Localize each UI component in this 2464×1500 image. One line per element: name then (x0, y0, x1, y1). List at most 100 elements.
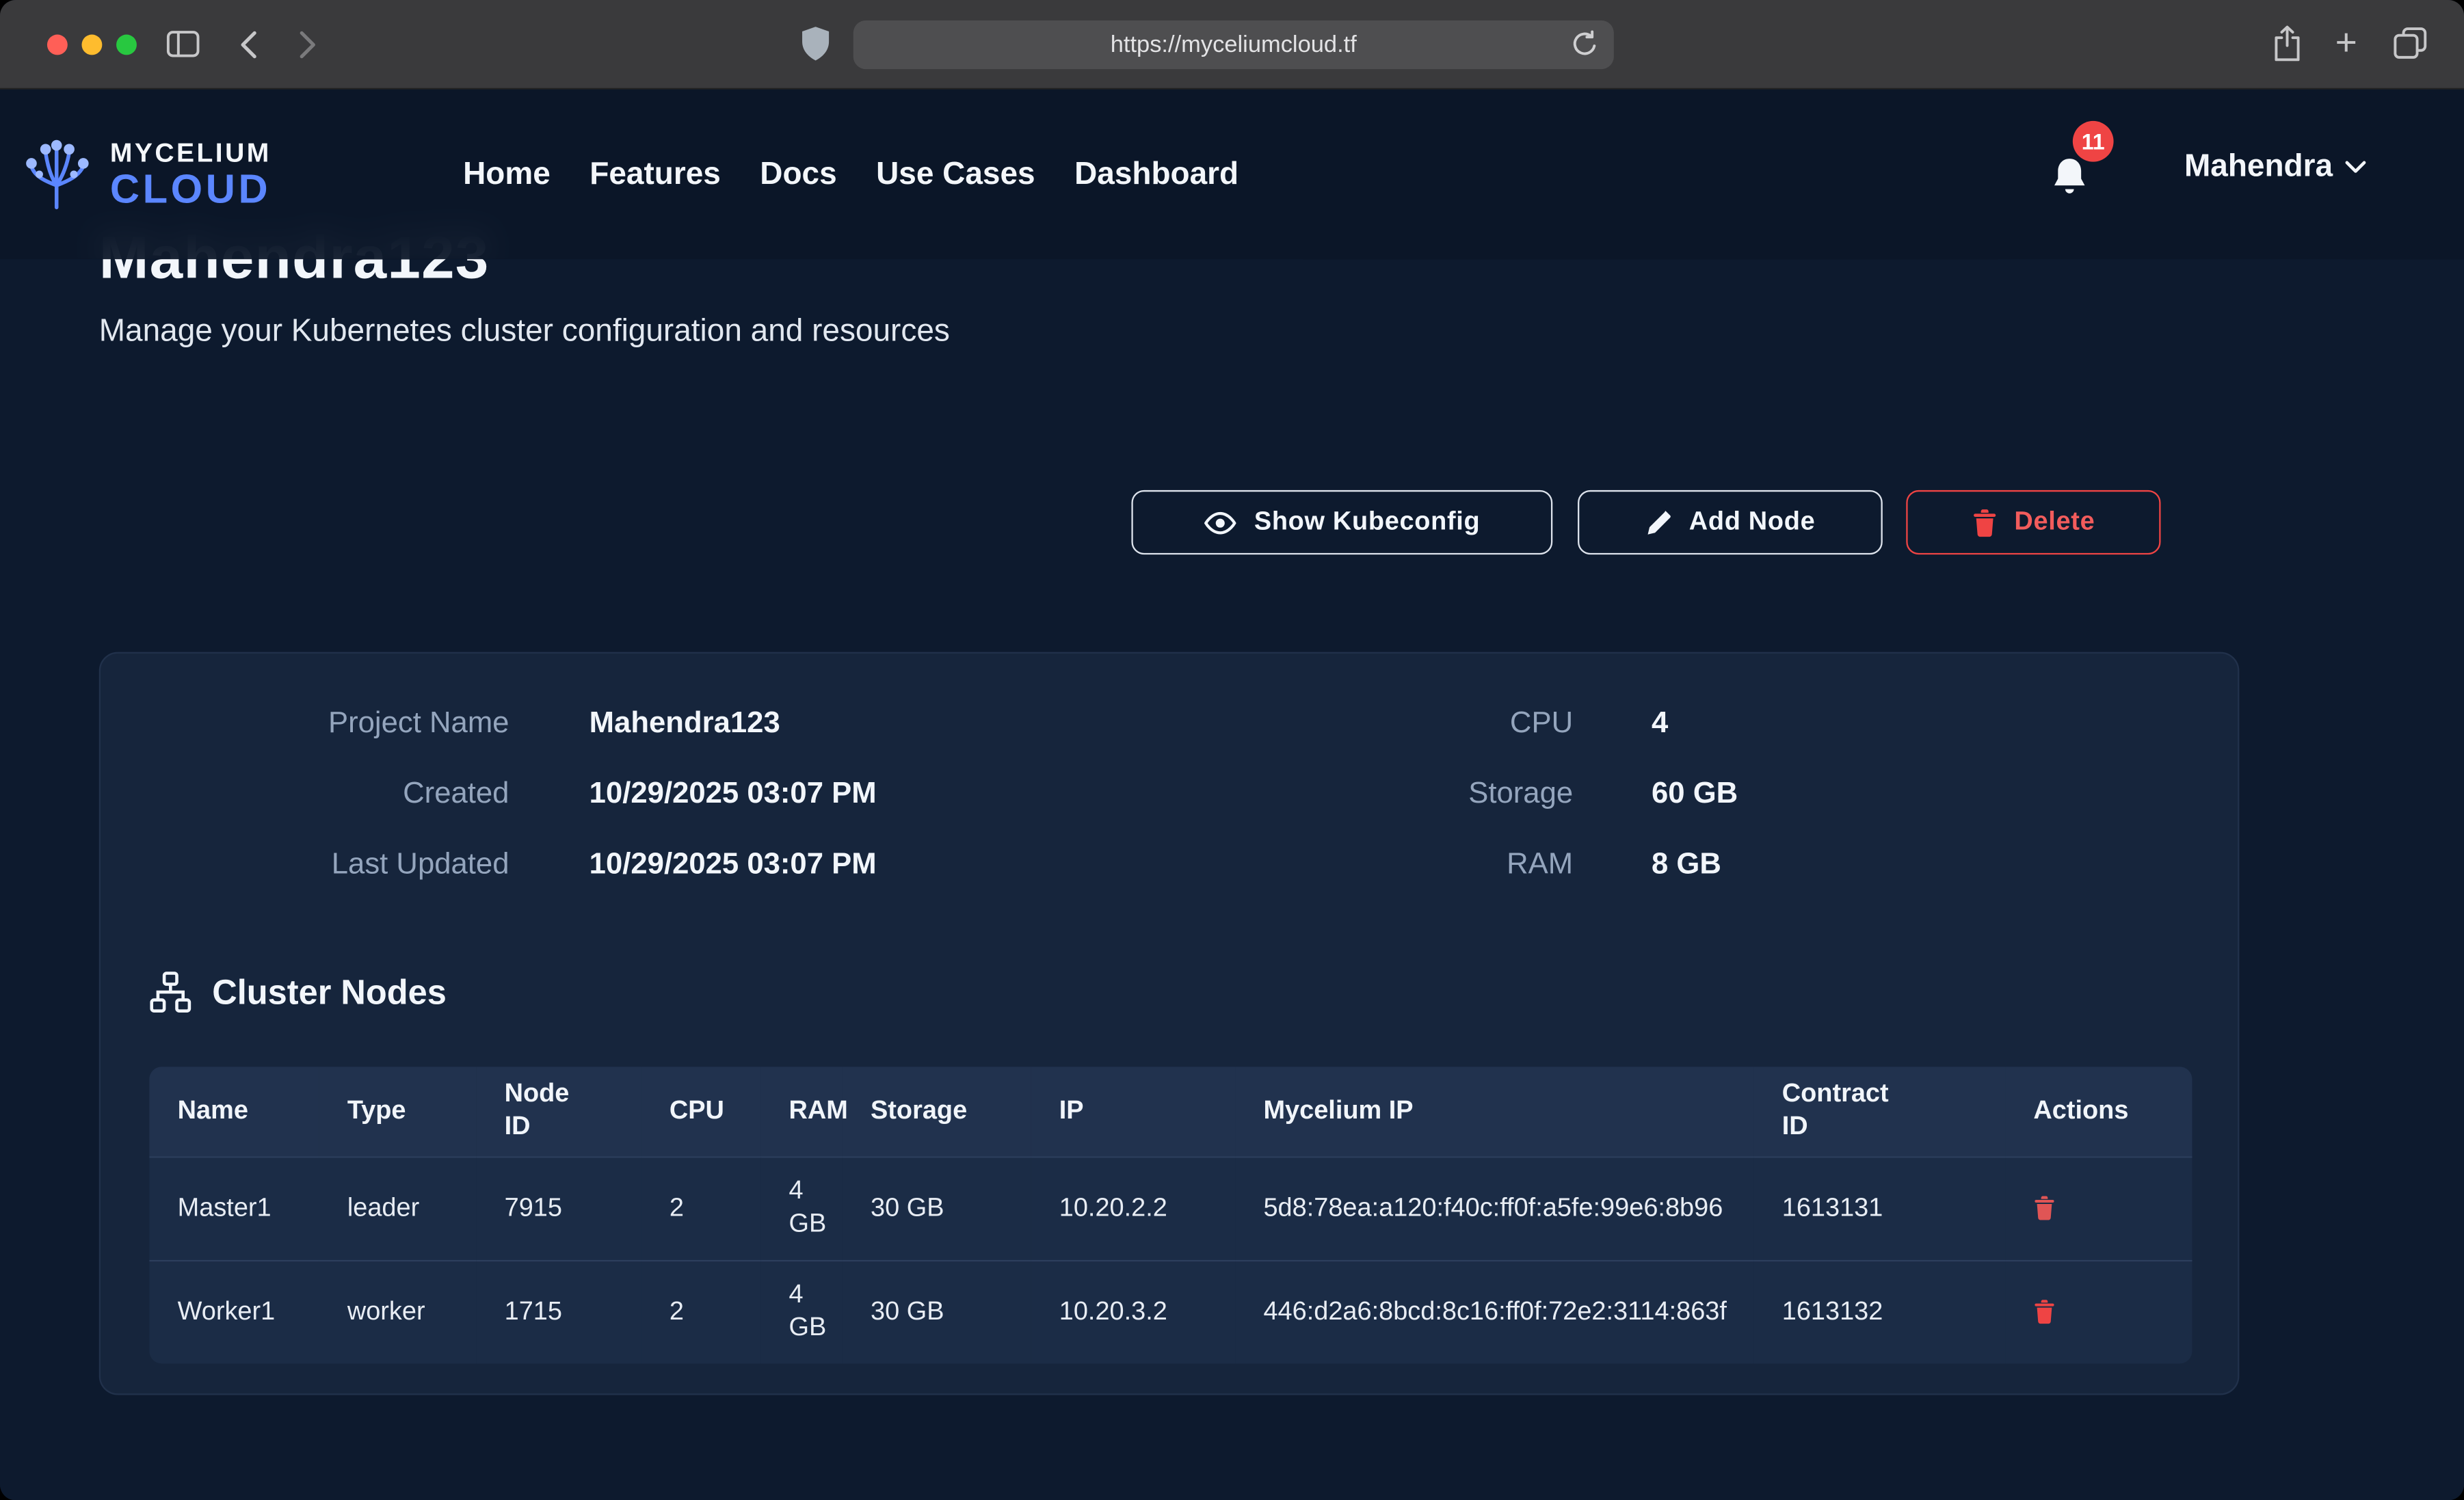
pencil-icon (1645, 509, 1671, 535)
cell-node-id: 1715 (476, 1260, 641, 1364)
trash-icon (1972, 508, 1997, 536)
mycelium-logo-icon (16, 138, 97, 211)
table-header-row: Name Type Node ID CPU RAM Storage IP Myc… (149, 1067, 2192, 1156)
nav-item-use-cases[interactable]: Use Cases (876, 157, 1035, 193)
cell-type: worker (319, 1260, 476, 1364)
user-menu[interactable]: Mahendra (2184, 149, 2368, 185)
page-content: Mahendra123 Manage your Kubernetes clust… (0, 90, 2464, 1500)
nav-links: Home Features Docs Use Cases Dashboard (463, 157, 1238, 193)
col-cpu: CPU (641, 1067, 761, 1156)
col-name: Name (149, 1067, 319, 1156)
eye-icon (1204, 510, 1236, 535)
new-tab-icon[interactable]: + (2335, 25, 2357, 63)
tab-overview-icon[interactable] (2394, 27, 2428, 59)
nav-item-home[interactable]: Home (463, 157, 551, 193)
project-name-value: Mahendra123 (589, 706, 780, 741)
storage-value: 60 GB (1652, 777, 1738, 812)
col-mycelium-ip: Mycelium IP (1235, 1067, 1753, 1156)
cell-mycelium-ip: 446:d2a6:8bcd:8c16:ff0f:72e2:3114:863f (1235, 1260, 1753, 1364)
brand-text: MYCELIUM CLOUD (110, 140, 271, 209)
cluster-card: Project Name Mahendra123 Created 10/29/2… (99, 652, 2240, 1395)
browser-toolbar: https://myceliumcloud.tf + (0, 0, 2464, 90)
cluster-info-right: CPU 4 Storage 60 GB RAM 8 GB (1249, 688, 1738, 900)
last-updated-label: Last Updated (149, 848, 509, 883)
cell-name: Worker1 (149, 1260, 319, 1364)
chevron-down-icon (2345, 160, 2367, 174)
network-nodes-icon (149, 971, 191, 1013)
last-updated-value: 10/29/2025 03:07 PM (589, 848, 877, 883)
bell-icon[interactable] (2049, 155, 2090, 196)
cell-ip: 10.20.2.2 (1031, 1156, 1235, 1260)
show-kubeconfig-button[interactable]: Show Kubeconfig (1131, 490, 1552, 554)
created-label: Created (149, 777, 509, 812)
info-row-last-updated: Last Updated 10/29/2025 03:07 PM (149, 829, 876, 900)
info-row-ram: RAM 8 GB (1249, 829, 1738, 900)
cell-ram: 4 GB (760, 1260, 842, 1364)
col-contract-id: Contract ID (1753, 1067, 2005, 1156)
brand-line2: CLOUD (110, 168, 271, 209)
nav-right: 11 Mahendra (1946, 90, 2464, 259)
storage-label: Storage (1249, 777, 1573, 812)
zoom-window-button[interactable] (116, 35, 137, 55)
ram-label: RAM (1249, 848, 1573, 883)
delete-cluster-button[interactable]: Delete (1906, 490, 2160, 554)
sidebar-toggle-icon[interactable] (167, 30, 200, 58)
col-node-id: Node ID (476, 1067, 641, 1156)
col-ip: IP (1031, 1067, 1235, 1156)
cell-ram: 4 GB (760, 1156, 842, 1260)
cell-actions (2005, 1156, 2192, 1260)
info-row-storage: Storage 60 GB (1249, 759, 1738, 829)
info-row-created: Created 10/29/2025 03:07 PM (149, 759, 876, 829)
delete-label: Delete (2014, 507, 2095, 537)
nav-item-dashboard[interactable]: Dashboard (1074, 157, 1238, 193)
brand-logo[interactable]: MYCELIUM CLOUD (16, 138, 271, 211)
user-name: Mahendra (2184, 149, 2333, 185)
notification-badge: 11 (2073, 121, 2114, 162)
cell-contract-id: 1613132 (1753, 1260, 2005, 1364)
delete-node-button[interactable] (2033, 1300, 2055, 1325)
page-subtitle: Manage your Kubernetes cluster configura… (99, 314, 950, 351)
col-storage: Storage (843, 1067, 1031, 1156)
add-node-label: Add Node (1689, 507, 1816, 537)
cluster-nodes-heading: Cluster Nodes (149, 971, 447, 1013)
info-row-project-name: Project Name Mahendra123 (149, 688, 876, 758)
close-window-button[interactable] (47, 35, 68, 55)
forward-icon[interactable] (299, 30, 318, 60)
delete-node-button[interactable] (2033, 1196, 2055, 1221)
cell-contract-id: 1613131 (1753, 1156, 2005, 1260)
cell-storage: 30 GB (843, 1260, 1031, 1364)
cell-type: leader (319, 1156, 476, 1260)
table-row: Master1 leader 7915 2 4 GB 30 GB 10.20.2… (149, 1156, 2192, 1260)
cell-node-id: 7915 (476, 1156, 641, 1260)
cell-ip: 10.20.3.2 (1031, 1260, 1235, 1364)
add-node-button[interactable]: Add Node (1578, 490, 1883, 554)
ram-value: 8 GB (1652, 848, 1721, 883)
cell-mycelium-ip: 5d8:78ea:a120:f40c:ff0f:a5fe:99e6:8b96 (1235, 1156, 1753, 1260)
browser-window: https://myceliumcloud.tf + (0, 0, 2464, 1500)
back-icon[interactable] (239, 30, 258, 60)
created-value: 10/29/2025 03:07 PM (589, 777, 877, 812)
table-row: Worker1 worker 1715 2 4 GB 30 GB 10.20.3… (149, 1260, 2192, 1364)
cluster-nodes-table: Name Type Node ID CPU RAM Storage IP Myc… (149, 1067, 2192, 1363)
brand-line1: MYCELIUM (110, 140, 271, 167)
reload-icon[interactable] (1572, 30, 1598, 60)
cell-actions (2005, 1260, 2192, 1364)
top-navbar: MYCELIUM CLOUD Home Features Docs Use Ca… (0, 90, 2464, 259)
cell-storage: 30 GB (843, 1156, 1031, 1260)
nav-item-features[interactable]: Features (589, 157, 721, 193)
url-text: https://myceliumcloud.tf (1111, 31, 1357, 58)
privacy-shield-icon[interactable] (802, 27, 830, 62)
nav-item-docs[interactable]: Docs (760, 157, 836, 193)
project-name-label: Project Name (149, 706, 509, 741)
col-type: Type (319, 1067, 476, 1156)
cell-name: Master1 (149, 1156, 319, 1260)
cell-cpu: 2 (641, 1260, 761, 1364)
share-icon[interactable] (2273, 25, 2303, 63)
col-actions: Actions (2005, 1067, 2192, 1156)
minimize-window-button[interactable] (81, 35, 102, 55)
cluster-nodes-title: Cluster Nodes (212, 972, 447, 1013)
cpu-label: CPU (1249, 706, 1573, 741)
col-ram: RAM (760, 1067, 842, 1156)
address-bar[interactable]: https://myceliumcloud.tf (853, 21, 1614, 69)
show-kubeconfig-label: Show Kubeconfig (1254, 507, 1480, 537)
